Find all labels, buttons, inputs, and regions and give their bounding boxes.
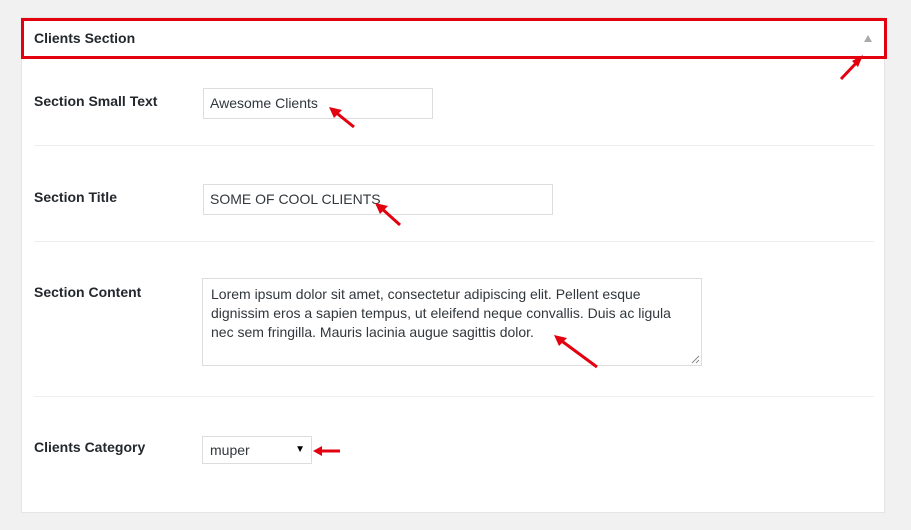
red-arrow-icon — [329, 107, 355, 129]
triangle-up-icon[interactable] — [864, 35, 872, 42]
divider — [34, 396, 874, 397]
caret-down-icon: ▼ — [295, 444, 305, 455]
red-arrow-icon — [554, 335, 598, 369]
section-content-text: Lorem ipsum dolor sit amet, consectetur … — [211, 286, 671, 340]
small-text-label: Section Small Text — [34, 93, 158, 109]
red-arrow-icon — [375, 203, 402, 227]
divider — [34, 241, 874, 242]
divider — [34, 145, 874, 146]
resize-handle-icon[interactable] — [691, 355, 700, 364]
section-content-textarea[interactable]: Lorem ipsum dolor sit amet, consectetur … — [202, 278, 702, 366]
small-text-input[interactable]: Awesome Clients — [203, 88, 433, 119]
clients-section-panel — [21, 17, 885, 513]
red-arrow-icon — [313, 446, 340, 456]
selected-option: muper — [210, 442, 250, 458]
section-title: Clients Section — [34, 30, 136, 46]
section-header[interactable]: Clients Section — [21, 18, 887, 59]
clients-category-label: Clients Category — [34, 439, 146, 455]
section-content-label: Section Content — [34, 284, 142, 300]
red-arrow-icon — [839, 55, 863, 81]
section-title-label: Section Title — [34, 189, 117, 205]
clients-category-select[interactable]: muper ▼ — [202, 436, 312, 464]
